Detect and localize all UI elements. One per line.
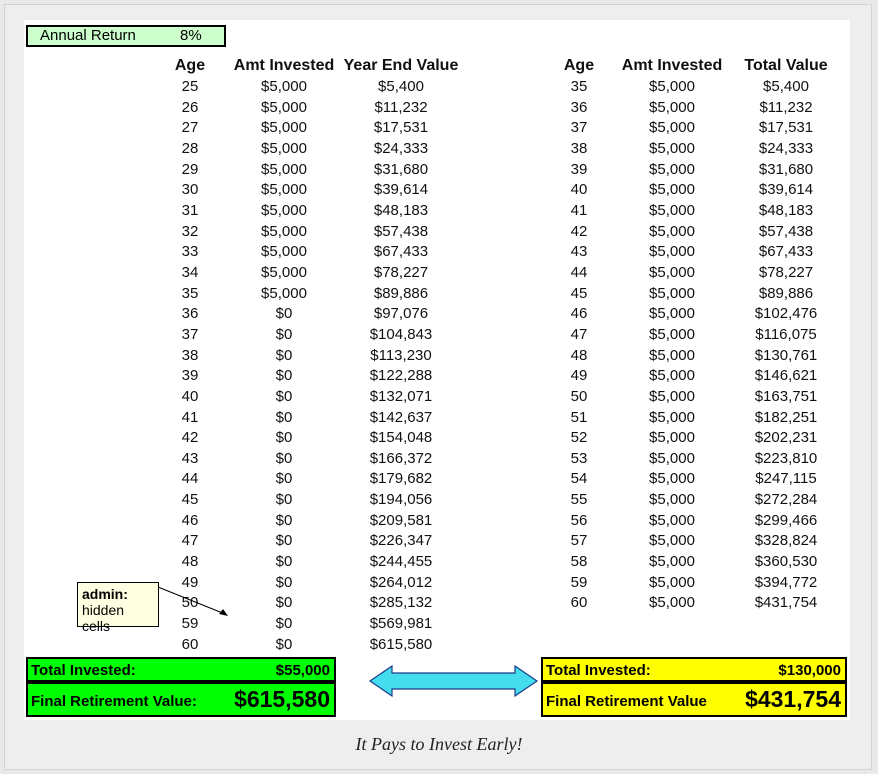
spreadsheet: Annual Return 8% Age 25 26 27 28 29 30 31 32 33 3… <box>24 20 850 720</box>
overlay-graphics <box>157 586 539 698</box>
comment-connector-line <box>157 586 226 615</box>
double-arrow-icon <box>368 664 539 698</box>
figure-caption: It Pays to Invest Early! <box>355 734 523 754</box>
comment-connector-arrowhead <box>219 609 228 616</box>
